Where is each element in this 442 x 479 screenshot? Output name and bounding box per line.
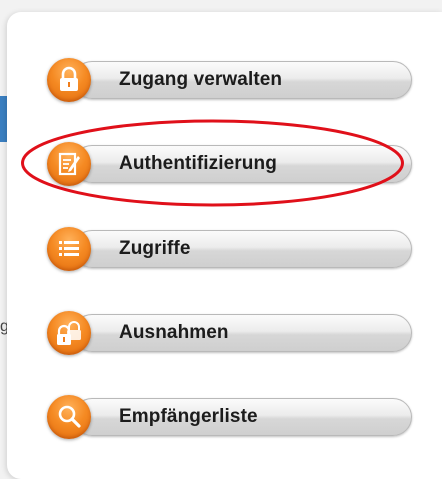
locks-icon bbox=[47, 311, 91, 355]
menu-item-zugang-verwalten[interactable]: Zugang verwalten bbox=[47, 58, 412, 102]
menu-item-empfaengerliste[interactable]: Empfängerliste bbox=[47, 395, 412, 439]
menu-item-label: Zugang verwalten bbox=[119, 69, 283, 90]
menu-item-label: Zugriffe bbox=[119, 238, 191, 259]
menu-item-label: Ausnahmen bbox=[119, 322, 229, 343]
search-icon bbox=[47, 395, 91, 439]
screen: g Zugang verwalten Authentifizierung Zug… bbox=[0, 0, 442, 479]
lock-icon bbox=[47, 58, 91, 102]
menu-item-label: Authentifizierung bbox=[119, 153, 277, 174]
edit-document-icon bbox=[47, 142, 91, 186]
list-icon bbox=[47, 227, 91, 271]
menu-item-label: Empfängerliste bbox=[119, 406, 258, 427]
menu-item-authentifizierung[interactable]: Authentifizierung bbox=[47, 142, 412, 186]
menu-item-ausnahmen[interactable]: Ausnahmen bbox=[47, 311, 412, 355]
menu-panel: Zugang verwalten Authentifizierung Zugri… bbox=[7, 12, 442, 479]
menu-item-zugriffe[interactable]: Zugriffe bbox=[47, 227, 412, 271]
